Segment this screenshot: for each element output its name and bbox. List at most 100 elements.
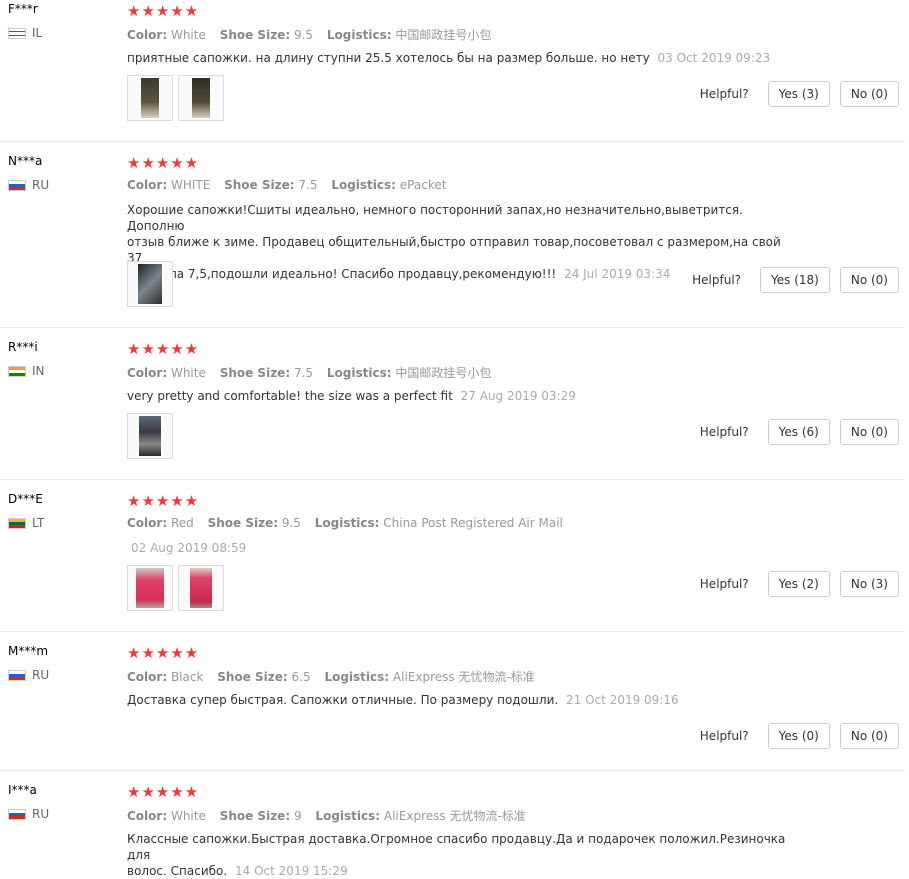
reviewer-country: IN	[8, 364, 45, 378]
reviewer-name: N***a	[8, 154, 43, 168]
logistics-label: Logistics:	[324, 670, 390, 684]
helpful-no-button[interactable]: No (0)	[839, 81, 899, 107]
review-attributes: Color: Red Shoe Size: 9.5 Logistics: Chi…	[127, 516, 573, 530]
review-item: F***r IL ★★★★★ Color: White Shoe Size: 9…	[0, 0, 905, 142]
country-code: IL	[32, 26, 43, 40]
review-text: Доставка супер быстрая. Сапожки отличные…	[127, 692, 787, 708]
review-photo[interactable]	[127, 413, 173, 459]
review-date: 24 Jul 2019 03:34	[564, 267, 671, 281]
review-date: 21 Oct 2019 09:16	[566, 693, 679, 707]
reviewer-name: D***E	[8, 492, 43, 506]
logistics-value: China Post Registered Air Mail	[383, 516, 563, 530]
reviewer-country: RU	[8, 178, 49, 192]
review-body-line: Классные сапожки.Быстрая доставка.Огромн…	[127, 832, 786, 862]
review-text: приятные сапожки. на длину ступни 25.5 х…	[127, 50, 787, 66]
reviewer-country: RU	[8, 668, 49, 682]
review-date: 03 Oct 2019 09:23	[657, 51, 771, 65]
review-body-line: отзыв ближе к зиме. Продавец общительный…	[127, 235, 781, 265]
review-date: 02 Aug 2019 08:59	[131, 541, 247, 555]
review-attributes: Color: White Shoe Size: 9 Logistics: Ali…	[127, 807, 536, 824]
rating-stars: ★★★★★	[127, 783, 200, 801]
helpful-no-button[interactable]: No (0)	[839, 267, 899, 293]
reviewer-name: I***a	[8, 783, 37, 797]
review-photos	[127, 75, 224, 121]
review-body-line: Хорошие сапожки!Сшиты идеально, немного …	[127, 203, 743, 233]
rating-stars: ★★★★★	[127, 644, 200, 662]
helpful-controls: Helpful? Yes (3) No (0)	[700, 81, 899, 107]
country-code: LT	[32, 516, 45, 530]
review-date: 14 Oct 2019 15:29	[235, 864, 348, 878]
logistics-label: Logistics:	[315, 809, 381, 823]
helpful-yes-button[interactable]: Yes (0)	[767, 723, 830, 749]
review-text: Хорошие сапожки!Сшиты идеально, немного …	[127, 202, 787, 282]
helpful-yes-button[interactable]: Yes (6)	[767, 419, 830, 445]
color-value: White	[170, 809, 206, 823]
logistics-label: Logistics:	[314, 516, 380, 530]
helpful-yes-button[interactable]: Yes (2)	[767, 571, 830, 597]
review-photos	[127, 565, 224, 611]
review-body-line: волос. Спасибо.	[127, 864, 228, 878]
helpful-yes-button[interactable]: Yes (18)	[760, 267, 830, 293]
shoe-size-value: 9	[293, 809, 302, 823]
shoe-size-label: Shoe Size:	[219, 809, 291, 823]
review-item: D***E LT ★★★★★ Color: Red Shoe Size: 9.5…	[0, 490, 905, 632]
color-label: Color:	[127, 178, 168, 192]
color-value: WHITE	[170, 178, 211, 192]
logistics-value: ePacket	[399, 178, 447, 192]
country-code: RU	[32, 668, 50, 682]
color-value: Black	[170, 670, 204, 684]
review-photo[interactable]	[178, 75, 224, 121]
flag-icon	[8, 669, 26, 681]
helpful-label: Helpful?	[699, 425, 749, 439]
review-photo[interactable]	[127, 261, 173, 307]
helpful-controls: Helpful? Yes (0) No (0)	[700, 723, 899, 749]
flag-icon	[8, 808, 26, 820]
review-photo[interactable]	[127, 75, 173, 121]
color-label: Color:	[127, 516, 168, 530]
helpful-no-button[interactable]: No (0)	[839, 723, 899, 749]
helpful-no-button[interactable]: No (0)	[839, 419, 899, 445]
shoe-size-label: Shoe Size:	[219, 28, 291, 42]
helpful-no-button[interactable]: No (3)	[839, 571, 899, 597]
logistics-value: 中国邮政挂号小包	[395, 28, 492, 42]
review-attributes: Color: White Shoe Size: 9.5 Logistics: 中…	[127, 26, 501, 43]
reviewer-name: M***m	[8, 644, 49, 658]
color-label: Color:	[127, 366, 168, 380]
review-item: N***a RU ★★★★★ Color: WHITE Shoe Size: 7…	[0, 152, 905, 328]
logistics-value: AliExpress 无忧物流-标准	[392, 670, 535, 684]
rating-stars: ★★★★★	[127, 2, 200, 20]
review-date: 27 Aug 2019 03:29	[460, 389, 576, 403]
color-value: White	[170, 366, 206, 380]
logistics-label: Logistics:	[326, 366, 392, 380]
rating-stars: ★★★★★	[127, 154, 200, 172]
shoe-size-value: 7.5	[298, 178, 318, 192]
review-photos	[127, 261, 173, 307]
review-text: 02 Aug 2019 08:59	[127, 540, 787, 556]
helpful-label: Helpful?	[699, 87, 749, 101]
color-label: Color:	[127, 28, 168, 42]
rating-stars: ★★★★★	[127, 492, 200, 510]
logistics-label: Logistics:	[326, 28, 392, 42]
review-photo[interactable]	[178, 565, 224, 611]
helpful-yes-button[interactable]: Yes (3)	[767, 81, 830, 107]
helpful-controls: Helpful? Yes (18) No (0)	[692, 267, 899, 293]
review-attributes: Color: Black Shoe Size: 6.5 Logistics: A…	[127, 668, 545, 685]
reviewer-name: R***i	[8, 340, 38, 354]
color-value: White	[170, 28, 206, 42]
review-item: M***m RU ★★★★★ Color: Black Shoe Size: 6…	[0, 642, 905, 771]
shoe-size-value: 9.5	[293, 28, 314, 42]
shoe-size-value: 7.5	[293, 366, 314, 380]
country-code: RU	[32, 178, 50, 192]
shoe-size-label: Shoe Size:	[219, 366, 291, 380]
rating-stars: ★★★★★	[127, 340, 200, 358]
flag-icon	[8, 365, 26, 377]
review-photo[interactable]	[127, 565, 173, 611]
helpful-controls: Helpful? Yes (6) No (0)	[700, 419, 899, 445]
color-label: Color:	[127, 670, 168, 684]
reviewer-country: RU	[8, 807, 49, 821]
flag-icon	[8, 517, 26, 529]
reviewer-country: IL	[8, 26, 42, 40]
color-label: Color:	[127, 809, 168, 823]
review-attributes: Color: White Shoe Size: 7.5 Logistics: 中…	[127, 364, 501, 381]
logistics-label: Logistics:	[331, 178, 396, 192]
